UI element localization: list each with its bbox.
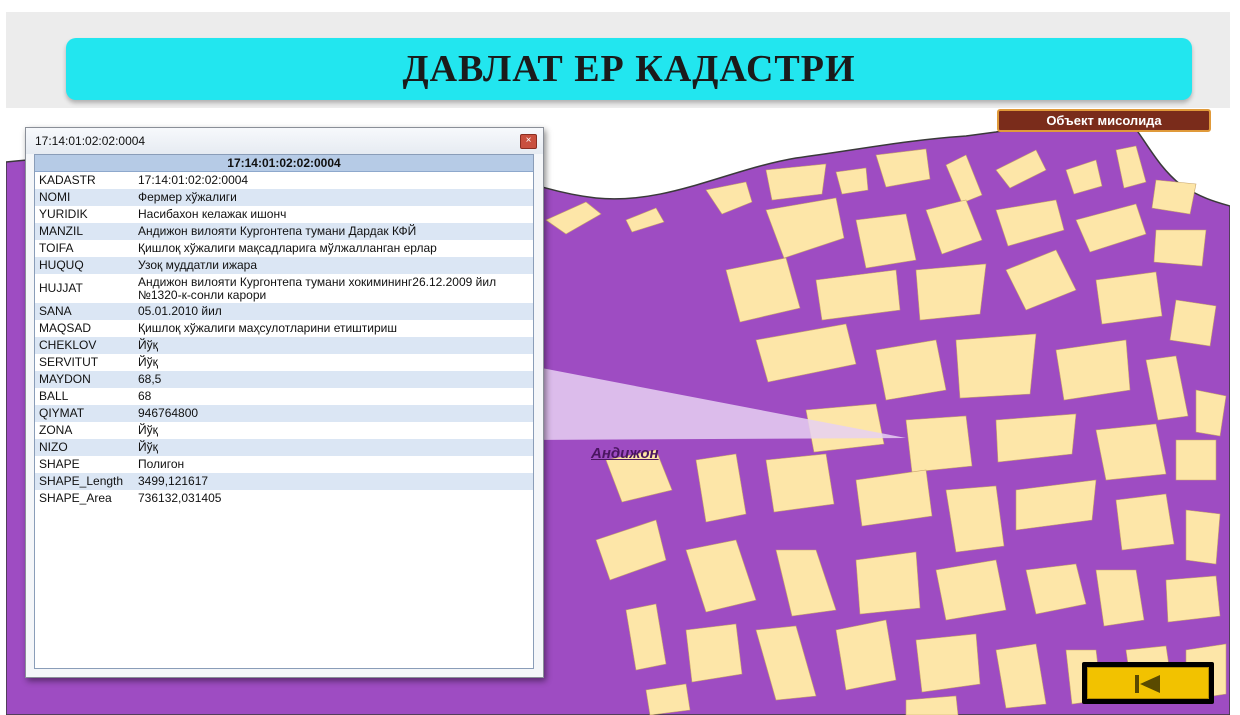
attribute-value: 05.01.2010 йил [134, 303, 533, 320]
table-row: SHAPE_Length 3499,121617 [35, 473, 533, 490]
table-row: ZONA Йўқ [35, 422, 533, 439]
table-row: HUQUQ Узоқ муддатли ижара [35, 257, 533, 274]
attribute-key: QIYMAT [35, 405, 134, 422]
skip-back-arrow-icon [1140, 675, 1160, 693]
title-banner: ДАВЛАТ ЕР КАДАСТРИ [66, 38, 1192, 100]
table-row: SHAPE_Area 736132,031405 [35, 490, 533, 507]
table-row: BALL 68 [35, 388, 533, 405]
attribute-value: Узоқ муддатли ижара [134, 257, 533, 274]
dialog-titlebar[interactable]: 17:14:01:02:02:0004 × [26, 128, 543, 154]
object-example-button[interactable]: Объект мисолида [997, 109, 1211, 132]
table-row: NOMI Фермер хўжалиги [35, 189, 533, 206]
attribute-key: SANA [35, 303, 134, 320]
attribute-value: Йўқ [138, 423, 158, 437]
table-row: MANZIL Андижон вилояти Кургонтепа тумани … [35, 223, 533, 240]
table-row: KADASTR 17:14:01:02:02:0004 [35, 172, 533, 189]
table-row: YURIDIK Насибахон келажак ишонч [35, 206, 533, 223]
back-button[interactable] [1082, 662, 1214, 704]
attribute-key: MAYDON [35, 371, 134, 388]
attribute-value: 17:14:01:02:02:0004 [138, 173, 249, 187]
slide: ДАВЛАТ ЕР КАДАСТРИ Объект мисолида Андиж… [0, 0, 1240, 715]
table-row: SERVITUT Йўқ [35, 354, 533, 371]
attribute-value: Йўқ [134, 337, 533, 354]
attribute-value: Қишлоқ хўжалиги маҳсулотларини етиштириш [138, 321, 397, 335]
attribute-value: Йўқ [138, 355, 158, 369]
attribute-value: 946764800 [134, 405, 533, 422]
attribute-dialog: 17:14:01:02:02:0004 × 17:14:01:02:02:000… [25, 127, 544, 678]
table-row: SANA 05.01.2010 йил [35, 303, 533, 320]
attribute-value: 3499,121617 [134, 473, 533, 490]
skip-back-icon [1135, 675, 1139, 693]
attribute-key: HUJJAT [39, 281, 83, 295]
attribute-value: 736132,031405 [138, 491, 222, 505]
attribute-key: YURIDIK [39, 207, 88, 221]
close-icon[interactable]: × [520, 134, 537, 149]
city-label[interactable]: Андижон [591, 445, 659, 462]
table-row: HUJJAT Андижон вилояти Кургонтепа тумани … [35, 274, 533, 303]
table-row: MAYDON 68,5 [35, 371, 533, 388]
table-row: QIYMAT 946764800 [35, 405, 533, 422]
attribute-key: SHAPE_Area [39, 491, 112, 505]
attribute-key: NIZO [35, 439, 134, 456]
attribute-key: SHAPE [39, 457, 80, 471]
attribute-value: 68,5 [134, 371, 533, 388]
attribute-panel: 17:14:01:02:02:0004 KADASTR 17:14:01:02:0… [34, 154, 534, 669]
attribute-key: MAQSAD [39, 321, 92, 335]
attribute-value: Йўқ [134, 439, 533, 456]
attribute-key: MANZIL [35, 223, 134, 240]
attribute-key: CHEKLOV [35, 337, 134, 354]
attribute-key: SERVITUT [39, 355, 99, 369]
table-row: SHAPE Полигон [35, 456, 533, 473]
table-row: NIZO Йўқ [35, 439, 533, 456]
attribute-value: 68 [138, 389, 152, 403]
attribute-value: Андижон вилояти Кургонтепа тумани хокими… [138, 274, 497, 302]
table-row: CHEKLOV Йўқ [35, 337, 533, 354]
attribute-value: Қишлоқ хўжалиги мақсадларига мўлжалланга… [138, 241, 437, 255]
attribute-value: Фермер хўжалиги [134, 189, 533, 206]
attribute-header: 17:14:01:02:02:0004 [35, 155, 533, 172]
attribute-key: ZONA [39, 423, 73, 437]
table-row: MAQSAD Қишлоқ хўжалиги маҳсулотларини ети… [35, 320, 533, 337]
attribute-value: Насибахон келажак ишонч [138, 207, 287, 221]
attribute-key: NOMI [35, 189, 134, 206]
attribute-key: KADASTR [39, 173, 96, 187]
dialog-title: 17:14:01:02:02:0004 [35, 134, 146, 148]
attribute-key: BALL [39, 389, 69, 403]
page-title: ДАВЛАТ ЕР КАДАСТРИ [402, 48, 856, 90]
table-row: TOIFA Қишлоқ хўжалиги мақсадларига мўлжал… [35, 240, 533, 257]
attribute-key: SHAPE_Length [35, 473, 134, 490]
back-button-face[interactable] [1087, 667, 1209, 699]
attribute-table: KADASTR 17:14:01:02:02:0004 NOMI Фермер хў… [35, 172, 533, 507]
attribute-key: HUQUQ [35, 257, 134, 274]
attribute-value: Полигон [138, 457, 185, 471]
attribute-key: TOIFA [39, 241, 74, 255]
attribute-value: Андижон вилояти Кургонтепа тумани Дардак… [134, 223, 533, 240]
